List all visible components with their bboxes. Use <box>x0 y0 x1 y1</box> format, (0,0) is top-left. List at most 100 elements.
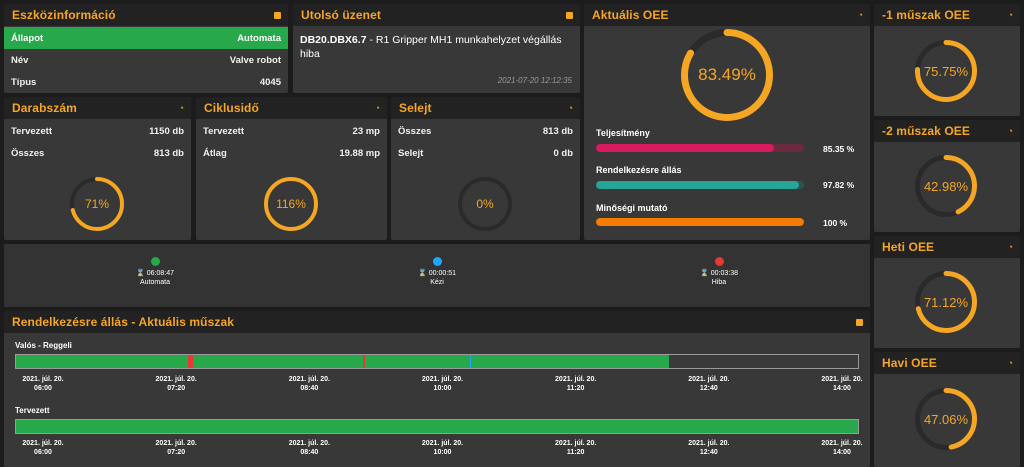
shift-oee-title: -2 műszak OEE <box>882 124 971 138</box>
cycle-row-planned: Tervezett 23 mp <box>196 119 387 143</box>
last-message-header: Utolsó üzenet <box>293 4 580 26</box>
shift-oee-value: 75.75% <box>923 63 969 79</box>
row-label: Selejt <box>398 147 424 159</box>
shift-oee-panel-1: -1 műszak OEE ◔ 75.75% <box>874 4 1020 116</box>
scrap-row-total: Összes 813 db <box>391 119 580 143</box>
info-icon[interactable] <box>274 11 281 19</box>
device-row-value: Valve robot <box>229 54 281 66</box>
status-error: ⌛ 00:03:38 Hiba <box>674 257 764 286</box>
bar-label-quality: Minőségi mutató <box>596 203 668 213</box>
device-row-status: Állapot Automata <box>4 27 288 49</box>
timeline-tick: 2021. júl. 20. 10:00 <box>421 440 464 456</box>
message-code: DB20.DBX6.7 <box>300 34 367 46</box>
device-row-label: Állapot <box>11 32 44 44</box>
device-info-header: Eszközinformáció <box>4 4 288 26</box>
piece-count-title: Darabszám <box>12 101 77 115</box>
availability-header: Rendelkezésre állás - Aktuális műszak <box>4 311 870 333</box>
scrap-title: Selejt <box>399 101 432 115</box>
piece-count-gauge: 71% <box>70 177 124 231</box>
timeline-tick: 2021. júl. 20. 07:20 <box>155 440 197 456</box>
monthly-oee-header: Havi OEE ◔ <box>874 352 1020 374</box>
bar-fill <box>596 181 800 189</box>
timeline-segment[interactable] <box>16 355 189 368</box>
gauge-icon[interactable]: ◔ <box>858 10 863 20</box>
device-info-panel: Eszközinformáció Állapot Automata Név Va… <box>4 4 288 93</box>
availability-panel: Rendelkezésre állás - Aktuális műszak Va… <box>4 311 870 467</box>
device-row-type: Típus 4045 <box>4 71 288 93</box>
availability-title: Rendelkezésre állás - Aktuális műszak <box>12 315 235 329</box>
row-value: 1150 db <box>149 125 184 137</box>
timeline-tick: 2021. júl. 20. 14:00 <box>821 376 863 392</box>
piece-count-header: Darabszám ◔ <box>4 97 191 119</box>
status-automatic: ⌛ 06:08:47 Automata <box>110 257 200 286</box>
last-message-title: Utolsó üzenet <box>301 8 381 22</box>
status-duration: ⌛ 00:03:38 <box>700 270 738 277</box>
status-duration: ⌛ 06:08:47 <box>136 270 174 277</box>
timeline-tick: 2021. júl. 20. 10:00 <box>421 376 464 392</box>
device-row-label: Típus <box>11 76 37 88</box>
status-label: Kézi <box>430 279 444 286</box>
calendar-icon[interactable] <box>856 318 863 326</box>
scrap-gauge: 0% <box>458 177 512 231</box>
hourglass-icon: ⌛ <box>136 270 145 277</box>
weekly-oee-panel: Heti OEE ◔ 71.12% <box>874 236 1020 348</box>
row-label: Átlag <box>203 147 227 159</box>
message-icon[interactable] <box>566 11 573 19</box>
scrap-row-scrap: Selejt 0 db <box>391 143 580 163</box>
scrap-header: Selejt ◔ <box>391 97 580 119</box>
cycle-time-gauge: 116% <box>264 177 318 231</box>
shift-oee-header: -2 műszak OEE ◔ <box>874 120 1020 142</box>
planned-timeline[interactable] <box>15 419 859 434</box>
timeline-tick: 2021. júl. 20. 11:20 <box>555 376 597 392</box>
row-label: Összes <box>398 125 432 137</box>
actual-timeline[interactable] <box>15 354 859 369</box>
status-label: Hiba <box>711 279 727 286</box>
gauge-icon[interactable]: ◔ <box>179 103 184 113</box>
gauge-icon[interactable]: ◔ <box>1008 358 1013 368</box>
bar-fill <box>596 218 804 226</box>
cycle-row-average: Átlag 19.88 mp <box>196 143 387 163</box>
timeline-segment[interactable] <box>365 355 470 368</box>
scrap-value: 0% <box>476 197 494 211</box>
status-dot-green <box>150 257 160 266</box>
timeline-tick: 2021. júl. 20. 08:40 <box>288 440 330 456</box>
timeline-segment[interactable] <box>471 355 670 368</box>
timeline-tick: 2021. júl. 20. 12:40 <box>688 440 730 456</box>
timeline-tick: 2021. júl. 20. 06:00 <box>22 376 64 392</box>
row-value: 0 db <box>553 147 573 159</box>
row-value: 813 db <box>153 147 184 159</box>
weekly-oee-title: Heti OEE <box>882 240 935 254</box>
timeline-tick: 2021. júl. 20. 07:20 <box>155 376 197 392</box>
device-row-name: Név Valve robot <box>4 49 288 71</box>
gauge-icon[interactable]: ◔ <box>1008 10 1013 20</box>
shift-oee-value: 42.98% <box>923 178 969 194</box>
bar-value-quality: 100 % <box>823 218 848 228</box>
bar-label-availability: Rendelkezésre állás <box>596 165 682 175</box>
weekly-oee-value: 71.12% <box>923 294 969 310</box>
gauge-icon[interactable]: ◔ <box>375 103 380 113</box>
row-value: 813 db <box>542 125 573 137</box>
weekly-oee-gauge: 71.12% <box>915 271 977 333</box>
row-label: Összes <box>11 147 45 159</box>
shift-oee-gauge: 75.75% <box>915 40 977 102</box>
gauge-icon[interactable]: ◔ <box>568 103 573 113</box>
timeline-segment[interactable] <box>193 355 364 368</box>
actual-timeline-ticks: 2021. júl. 20. 06:00 2021. júl. 20. 07:20 20… <box>4 375 870 399</box>
timeline-tick: 2021. júl. 20. 12:40 <box>688 376 730 392</box>
scrap-panel: Selejt ◔ Összes 813 db Selejt 0 db 0% <box>391 97 580 240</box>
gauge-icon[interactable]: ◔ <box>1008 242 1013 252</box>
monthly-oee-title: Havi OEE <box>882 356 937 370</box>
bar-availability <box>596 181 804 189</box>
current-oee-header: Aktuális OEE ◔ <box>584 4 870 26</box>
bar-performance <box>596 144 804 152</box>
shift-oee-gauge: 42.98% <box>915 155 977 217</box>
gauge-icon[interactable]: ◔ <box>1008 126 1013 136</box>
shift-oee-title: -1 műszak OEE <box>882 8 971 22</box>
device-row-value: 4045 <box>259 76 281 88</box>
cycle-time-title: Ciklusidő <box>204 101 259 115</box>
device-row-value: Automata <box>237 32 281 44</box>
shift-oee-panel-2: -2 műszak OEE ◔ 42.98% <box>874 120 1020 232</box>
timeline-segment[interactable] <box>16 420 858 433</box>
bar-value-availability: 97.82 % <box>823 180 855 190</box>
cycle-time-value: 116% <box>276 197 306 211</box>
